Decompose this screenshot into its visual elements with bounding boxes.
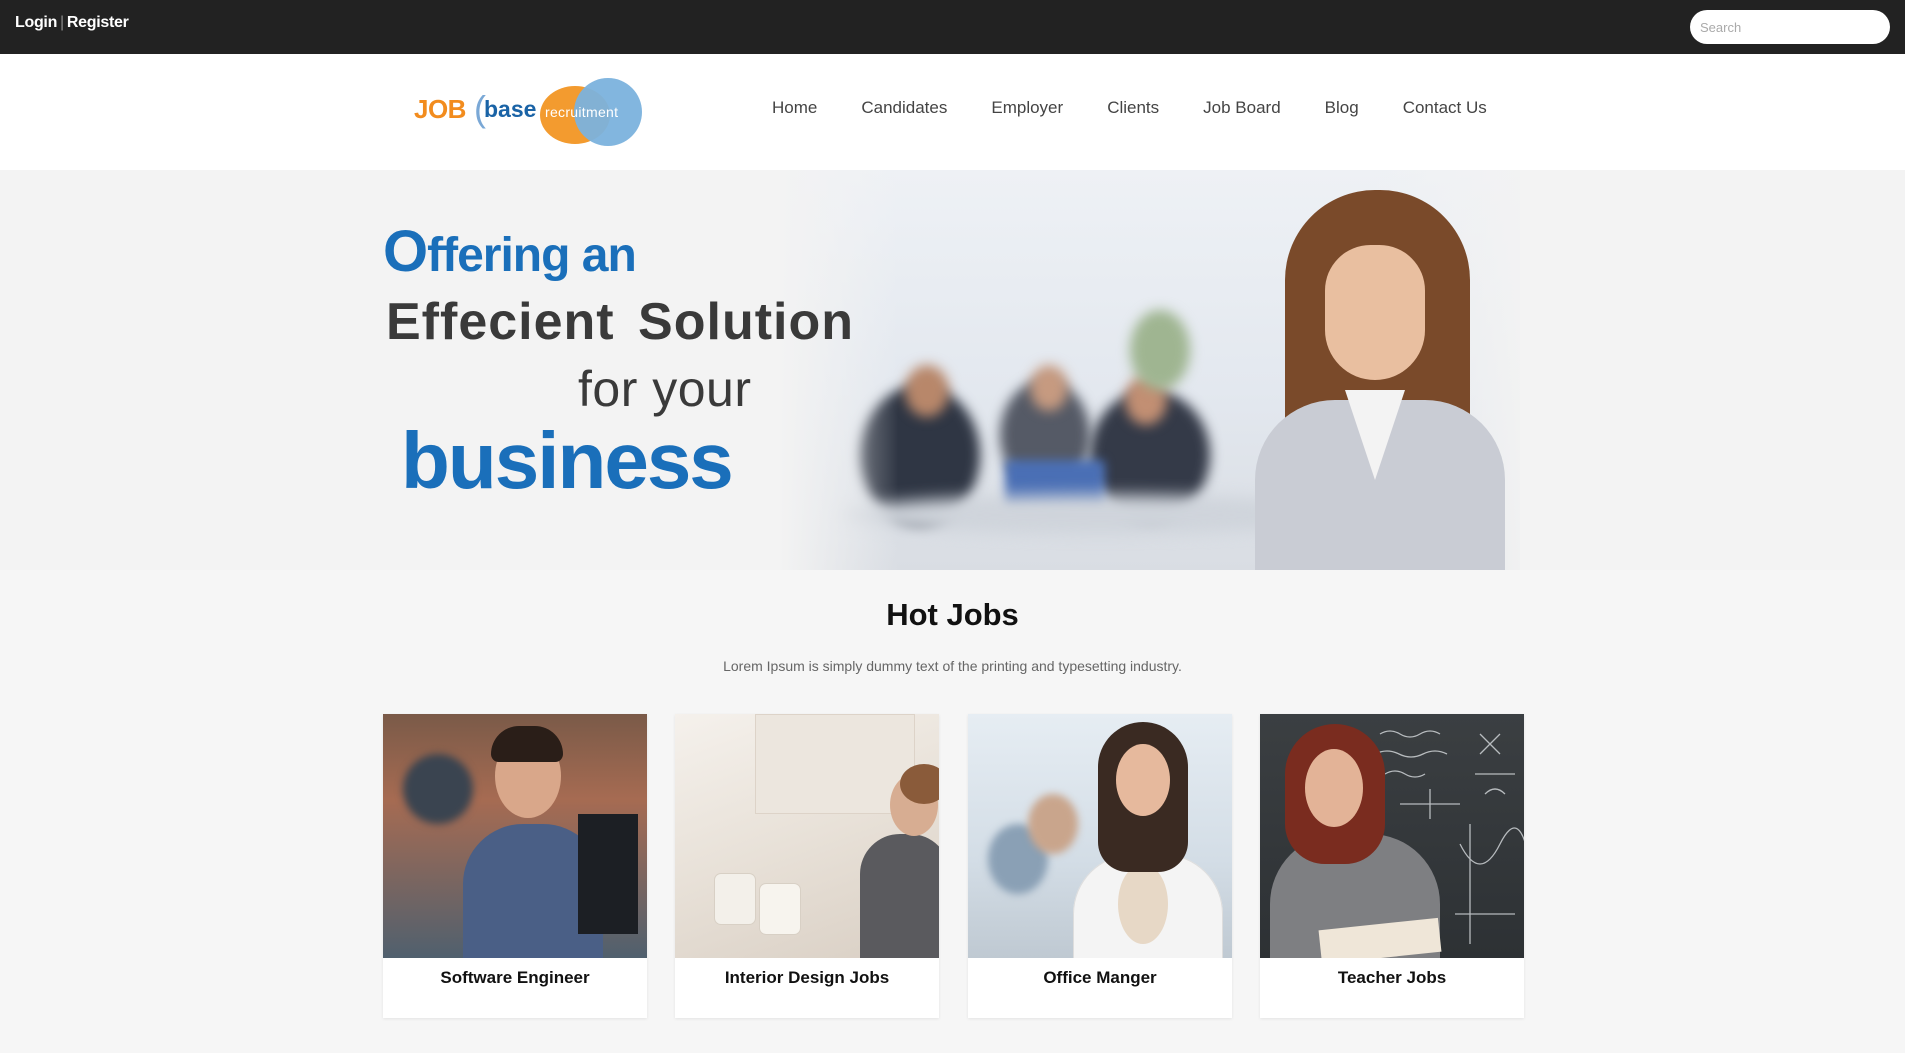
job-card-label: Teacher Jobs — [1337, 968, 1447, 987]
hero-line-1: Offering an — [383, 218, 637, 285]
nav-job-board[interactable]: Job Board — [1181, 98, 1303, 118]
nav-candidates[interactable]: Candidates — [839, 98, 969, 118]
hero-line-4: business — [401, 416, 734, 505]
job-card-interior-design[interactable]: Interior Design Jobs — [675, 714, 939, 1018]
logo-base-text: base — [484, 96, 537, 122]
login-link[interactable]: Login — [15, 14, 57, 31]
hero-woman-image — [1240, 190, 1520, 570]
job-card-software-engineer[interactable]: Software Engineer — [383, 714, 647, 1018]
job-card-image — [383, 714, 647, 958]
site-header: JOB ( base recruitment Home Candidates E… — [0, 54, 1905, 170]
top-bar: Login | Register — [0, 0, 1905, 54]
hero-line-2: Effecient Solution — [386, 293, 854, 351]
hero-line-1-initial: O — [383, 219, 428, 284]
register-link[interactable]: Register — [67, 14, 129, 31]
job-card-image — [1260, 714, 1524, 958]
job-card-image — [968, 714, 1232, 958]
hero-line-1-rest: ffering an — [427, 229, 637, 282]
nav-contact-us[interactable]: Contact Us — [1381, 98, 1509, 118]
logo-job-text: JOB — [414, 94, 466, 124]
auth-links: Login | Register — [15, 14, 129, 32]
site-logo[interactable]: JOB ( base recruitment — [414, 74, 644, 146]
logo-recruitment-text: recruitment — [545, 104, 619, 120]
nav-home[interactable]: Home — [750, 98, 839, 118]
hot-jobs-subtitle: Lorem Ipsum is simply dummy text of the … — [723, 658, 1182, 674]
auth-separator: | — [60, 14, 64, 31]
job-card-label: Software Engineer — [440, 968, 590, 987]
hero-headline: Offering an Effecient Solution for your … — [383, 170, 903, 570]
hero-banner: Offering an Effecient Solution for your … — [0, 170, 1905, 570]
search-input[interactable] — [1690, 10, 1890, 44]
job-card-image — [675, 714, 939, 958]
main-nav: Home Candidates Employer Clients Job Boa… — [750, 98, 1509, 118]
nav-clients[interactable]: Clients — [1085, 98, 1181, 118]
job-card-label: Interior Design Jobs — [724, 968, 890, 987]
hot-jobs-title: Hot Jobs — [886, 597, 1019, 632]
nav-employer[interactable]: Employer — [969, 98, 1085, 118]
job-card-teacher[interactable]: Teacher Jobs — [1260, 714, 1524, 1018]
job-card-office-manager[interactable]: Office Manger — [968, 714, 1232, 1018]
nav-blog[interactable]: Blog — [1303, 98, 1381, 118]
hero-line-3: for your — [578, 361, 752, 417]
job-card-label: Office Manger — [1043, 968, 1157, 987]
